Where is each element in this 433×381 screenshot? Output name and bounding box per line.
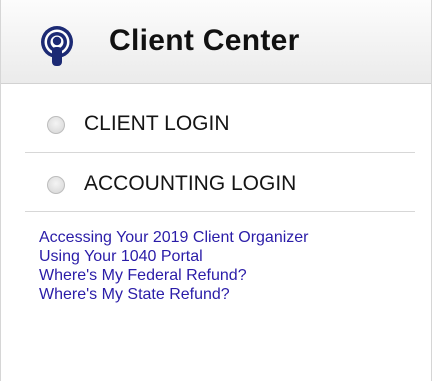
client-organizer-link[interactable]: Accessing Your 2019 Client Organizer bbox=[39, 228, 339, 247]
state-refund-link[interactable]: Where's My State Refund? bbox=[39, 285, 419, 304]
1040-portal-link[interactable]: Using Your 1040 Portal bbox=[39, 247, 419, 266]
accounting-login-option[interactable]: ACCOUNTING LOGIN bbox=[25, 153, 415, 213]
client-center-panel: Client Center CLIENT LOGIN ACCOUNTING LO… bbox=[0, 0, 432, 381]
accounting-login-label[interactable]: ACCOUNTING LOGIN bbox=[84, 172, 296, 196]
page-title: Client Center bbox=[109, 24, 300, 57]
radio-icon[interactable] bbox=[47, 176, 65, 194]
radio-icon[interactable] bbox=[47, 116, 65, 134]
client-login-option[interactable]: CLIENT LOGIN bbox=[25, 93, 415, 153]
federal-refund-link[interactable]: Where's My Federal Refund? bbox=[39, 266, 419, 285]
client-login-label[interactable]: CLIENT LOGIN bbox=[84, 112, 229, 136]
divider bbox=[25, 211, 415, 212]
podcast-icon bbox=[41, 26, 73, 66]
resource-links: Accessing Your 2019 Client Organizer Usi… bbox=[39, 228, 419, 304]
panel-header: Client Center bbox=[1, 0, 431, 84]
